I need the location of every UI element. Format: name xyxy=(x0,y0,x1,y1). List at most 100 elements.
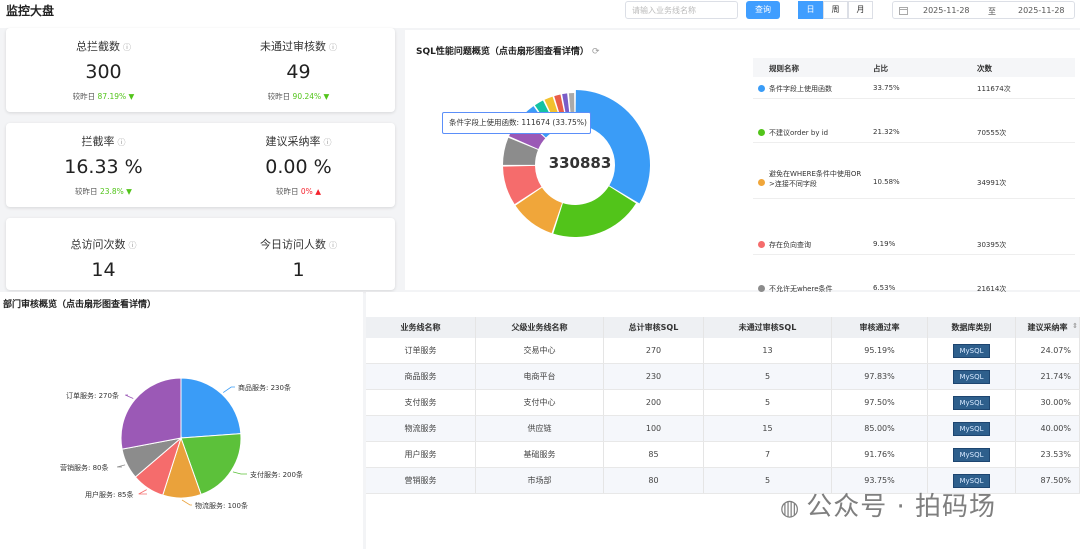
date-range-picker[interactable]: 2025-11-28 至 2025-11-28 xyxy=(892,1,1075,19)
col-rule-name: 规则名称 xyxy=(769,64,799,73)
table-cell: 13 xyxy=(704,338,832,363)
pie-label-line xyxy=(138,489,147,495)
rule-name: 避免在WHERE条件中使用OR >连接不同字段 xyxy=(769,170,862,188)
stat-label: 未通过审核数 xyxy=(260,40,326,53)
search-input[interactable]: 请输入业务线名称 xyxy=(625,1,738,19)
calendar-icon xyxy=(899,7,908,15)
pie-label: 用户服务: 85条 xyxy=(85,490,134,499)
info-icon: ⓘ xyxy=(123,43,131,52)
rule-count: 70555次 xyxy=(977,129,1007,137)
table-cell: 80 xyxy=(604,468,704,493)
refresh-icon[interactable]: ⟳ xyxy=(592,47,600,57)
period-tab-month[interactable]: 月 xyxy=(848,1,873,19)
table-row[interactable]: 物流服务 供应链 100 15 85.00% MySQL 40.00% xyxy=(366,416,1080,442)
compare-label: 较昨日 xyxy=(267,92,291,101)
dept-col-header[interactable]: 建议采纳率 xyxy=(1016,317,1080,338)
dept-col-header[interactable]: 业务线名称 xyxy=(366,317,476,338)
rule-name: 条件字段上使用函数 xyxy=(769,85,832,93)
table-cell: 21.74% xyxy=(1016,364,1080,389)
rule-count: 34991次 xyxy=(977,179,1007,187)
compare-label: 较昨日 xyxy=(276,187,299,196)
rule-row[interactable]: 条件字段上使用函数 33.75% 111674次 xyxy=(753,77,1075,99)
stat-total-visits: 总访问次数 ⓘ 14 xyxy=(6,236,201,281)
stat-value: 49 xyxy=(286,61,311,83)
pie-label: 订单服务: 270条 xyxy=(66,391,119,400)
donut-center-total: 330883 xyxy=(548,154,612,172)
dept-col-header[interactable]: 数据库类别 xyxy=(928,317,1016,338)
table-cell: 电商平台 xyxy=(476,364,604,389)
db-type-tag: MySQL xyxy=(953,370,990,384)
stat-total-intercept: 总拦截数 ⓘ 300 较昨日 87.19% ▼ xyxy=(6,38,201,102)
rule-row[interactable]: 不建议order by id 21.32% 70555次 xyxy=(753,121,1075,143)
table-cell: 用户服务 xyxy=(366,442,476,467)
table-cell: 营销服务 xyxy=(366,468,476,493)
sort-icon[interactable]: ⇕ xyxy=(1072,322,1078,330)
table-cell: 5 xyxy=(704,364,832,389)
dept-overview-title: 部门审核概览（点击扇形图查看详情） xyxy=(3,300,157,310)
legend-dot xyxy=(758,284,765,292)
stat-label: 拦截率 xyxy=(81,135,115,148)
table-row[interactable]: 订单服务 交易中心 270 13 95.19% MySQL 24.07% xyxy=(366,338,1080,364)
stat-value: 1 xyxy=(292,259,305,281)
table-cell: 230 xyxy=(604,364,704,389)
rule-name: 存在负向查询 xyxy=(769,241,811,249)
stat-value: 16.33 % xyxy=(64,156,143,178)
table-cell: 7 xyxy=(704,442,832,467)
date-end: 2025-11-28 xyxy=(1018,6,1065,15)
watermark-text: 公众号 · 拍码场 xyxy=(806,492,996,522)
db-type-tag: MySQL xyxy=(953,396,990,410)
stat-value: 0.00 % xyxy=(265,156,332,178)
table-cell: 85.00% xyxy=(832,416,928,441)
table-cell: 85 xyxy=(604,442,704,467)
legend-dot xyxy=(758,178,765,186)
db-type-cell: MySQL xyxy=(928,338,1016,363)
dept-col-header[interactable]: 未通过审核SQL xyxy=(704,317,832,338)
table-row[interactable]: 支付服务 支付中心 200 5 97.50% MySQL 30.00% xyxy=(366,390,1080,416)
rule-row[interactable]: 避免在WHERE条件中使用OR >连接不同字段 10.58% 34991次 xyxy=(753,165,1075,199)
table-cell: 24.07% xyxy=(1016,338,1080,363)
trend-down-icon: ▼ xyxy=(128,92,135,101)
pie-label-line xyxy=(125,394,134,399)
table-cell: 商品服务 xyxy=(366,364,476,389)
info-icon: ⓘ xyxy=(128,241,137,250)
period-tab-week[interactable]: 周 xyxy=(823,1,848,19)
date-separator: 至 xyxy=(988,7,996,16)
info-icon: ⓘ xyxy=(323,138,332,147)
dept-table-header: 业务线名称 父级业务线名称 总计审核SQL 未通过审核SQL 审核通过率 数据库类别 建议采… xyxy=(366,317,1080,338)
rule-table-header: 规则名称 占比 次数 xyxy=(753,58,1075,77)
period-tab-day[interactable]: 日 xyxy=(798,1,823,19)
stat-card-visits: 总访问次数 ⓘ 14 今日访问人数 ⓘ 1 xyxy=(6,218,395,290)
dept-col-header[interactable]: 父级业务线名称 xyxy=(476,317,604,338)
wechat-icon: ◍ xyxy=(780,496,801,521)
dept-col-header[interactable]: 总计审核SQL xyxy=(604,317,704,338)
stat-value: 14 xyxy=(91,259,116,281)
pie-label: 支付服务: 200条 xyxy=(250,470,303,479)
query-button[interactable]: 查询 xyxy=(746,1,780,19)
pie-label-line xyxy=(232,471,247,475)
table-row[interactable]: 商品服务 电商平台 230 5 97.83% MySQL 21.74% xyxy=(366,364,1080,390)
pie-label-line xyxy=(222,386,235,393)
stat-value: 300 xyxy=(85,61,122,83)
table-cell: 供应链 xyxy=(476,416,604,441)
table-cell: 5 xyxy=(704,390,832,415)
table-row[interactable]: 用户服务 基础服务 85 7 91.76% MySQL 23.53% xyxy=(366,442,1080,468)
compare-value: 87.19% xyxy=(97,92,127,101)
date-start: 2025-11-28 xyxy=(923,6,970,15)
compare-value: 23.8% xyxy=(99,187,124,196)
table-cell: 87.50% xyxy=(1016,468,1080,493)
pie-label: 商品服务: 230条 xyxy=(238,383,291,392)
table-cell: 97.50% xyxy=(832,390,928,415)
pie-label: 物流服务: 100条 xyxy=(195,501,248,510)
stat-intercept-rate: 拦截率 ⓘ 16.33 % 较昨日 23.8% ▼ xyxy=(6,133,201,197)
stat-label: 今日访问人数 xyxy=(260,238,326,251)
dept-col-header[interactable]: 审核通过率 xyxy=(832,317,928,338)
pie-slice[interactable] xyxy=(120,377,182,450)
donut-slice[interactable] xyxy=(575,90,650,204)
rule-row[interactable]: 存在负向查询 9.19% 30395次 xyxy=(753,233,1075,255)
stat-label: 总拦截数 xyxy=(76,40,120,53)
rule-pct: 10.58% xyxy=(873,178,900,186)
col-pct: 占比 xyxy=(873,64,888,73)
dept-pie-chart[interactable]: 商品服务: 230条支付服务: 200条物流服务: 100条 用户服务: 85条 营… xyxy=(40,360,330,530)
stat-failed-review: 未通过审核数 ⓘ 49 较昨日 90.24% ▼ xyxy=(201,38,396,102)
stat-card-intercept: 总拦截数 ⓘ 300 较昨日 87.19% ▼ 未通过审核数 ⓘ 49 较昨日 90… xyxy=(6,28,395,112)
